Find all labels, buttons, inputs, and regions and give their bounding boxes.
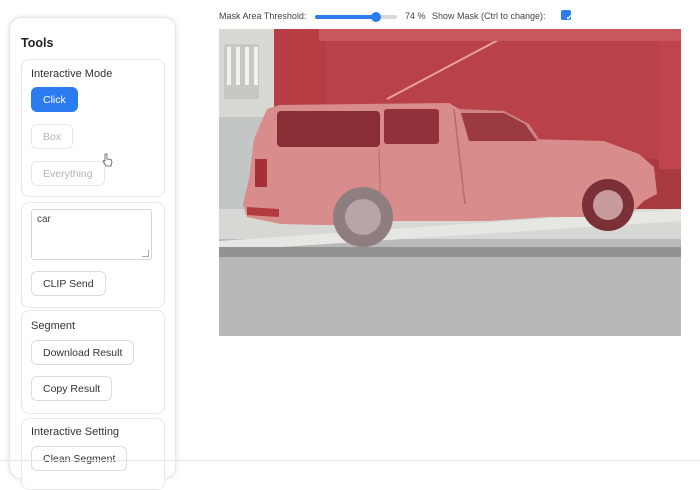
segmented-image — [219, 29, 681, 336]
copy-result-button[interactable]: Copy Result — [31, 376, 113, 401]
clip-text-input[interactable]: car — [31, 209, 152, 260]
interactive-mode-label: Interactive Mode — [31, 68, 113, 80]
segment-label: Segment — [31, 320, 76, 332]
show-mask-label: Show Mask (Ctrl to change): — [432, 11, 546, 21]
threshold-slider-fill — [315, 15, 376, 19]
click-mode-button[interactable]: Click — [31, 87, 78, 112]
show-mask-checkbox[interactable]: ✔ — [561, 10, 573, 22]
threshold-slider-thumb[interactable] — [370, 12, 381, 22]
interactive-mode-card: Interactive Mode Click Box Everything — [21, 59, 165, 197]
clip-card: car CLIP Send — [21, 202, 165, 308]
clip-send-button[interactable]: CLIP Send — [31, 271, 106, 296]
threshold-label: Mask Area Threshold: — [219, 11, 307, 21]
segment-card: Segment Download Result Copy Result — [21, 310, 165, 414]
bottom-divider — [0, 460, 700, 461]
clip-text-value: car — [37, 214, 51, 225]
tools-panel: Tools Interactive Mode Click Box Everyth… — [9, 17, 176, 490]
checkmark-icon: ✔ — [566, 13, 573, 22]
download-result-button[interactable]: Download Result — [31, 340, 135, 365]
image-canvas[interactable] — [219, 29, 681, 336]
resize-grip-icon[interactable] — [142, 250, 149, 257]
hand-pointer-icon — [102, 153, 113, 167]
threshold-slider[interactable] — [315, 12, 397, 22]
interactive-setting-card: Interactive Setting Clean Segment — [21, 418, 165, 490]
tools-title: Tools — [21, 36, 54, 50]
interactive-setting-label: Interactive Setting — [31, 426, 120, 438]
clean-segment-button[interactable]: Clean Segment — [31, 446, 128, 471]
everything-mode-button[interactable]: Everything — [31, 161, 105, 186]
threshold-value: 74 % — [405, 11, 426, 21]
box-mode-button[interactable]: Box — [31, 124, 74, 149]
